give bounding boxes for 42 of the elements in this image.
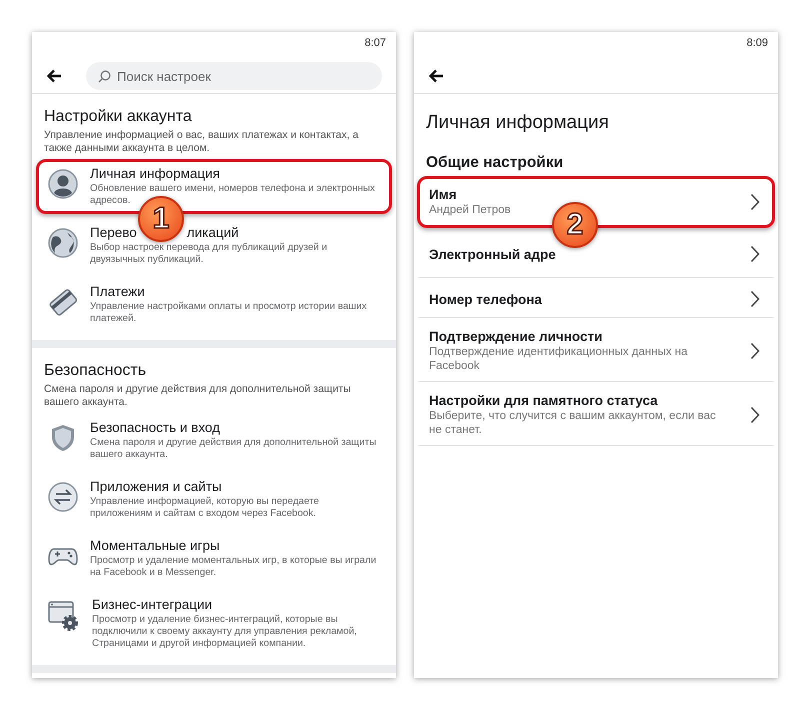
item-title: Платежи bbox=[90, 284, 146, 299]
step-badge: 1 bbox=[138, 196, 184, 242]
item-title: Моментальные игры bbox=[90, 538, 221, 553]
section-title: Общие настройки bbox=[426, 154, 564, 172]
row-title: Номер телефона bbox=[429, 292, 542, 306]
settings-row[interactable]: Настройки для памятного статуса Выберите, что случится с вашим аккаунтом, если вас не станет. bbox=[417, 382, 775, 446]
settings-item[interactable]: Приложения и сайты Управление информацией, которую вы передаете приложениям и сайтам с входом через Facebook. bbox=[36, 472, 392, 527]
settings-item[interactable]: Безопасность и вход Смена пароля и другие действия для дополнительной защиты вашего аккаунта. bbox=[36, 413, 392, 468]
item-title: ликаций bbox=[186, 225, 239, 240]
status-time: 8:07 bbox=[364, 37, 386, 51]
step-badge: 2 bbox=[552, 202, 598, 248]
item-description: Управление настройками оплаты и просмотр истории ваших платежей. bbox=[90, 301, 368, 325]
settings-item[interactable]: Платежи Управление настройками оплаты и просмотр истории ваших платежей. bbox=[36, 277, 392, 332]
item-title: Перево bbox=[90, 225, 137, 240]
row-value: Андрей Петров bbox=[429, 203, 511, 217]
section-description: Управление информацией о вас, ваших платежах и контактах, а также данными аккаунта в целом. bbox=[44, 129, 360, 155]
row-value: Выберите, что случится с вашим аккаунтом, если вас не станет. bbox=[429, 409, 717, 437]
row-title: Настройки для памятного статуса bbox=[429, 393, 659, 408]
section-description: Смена пароля и другие действия для дополнительной защиты вашего аккаунта. bbox=[44, 383, 352, 409]
status-time: 8:09 bbox=[746, 37, 768, 51]
section-title: Безопасность bbox=[44, 362, 148, 380]
settings-row[interactable]: Подтверждение личности Подтверждение идентификационных данных на Facebook bbox=[417, 318, 775, 382]
item-title: Бизнес-интеграции bbox=[92, 597, 214, 612]
item-description: Управление информацией, которую вы передаете приложениям и сайтам с входом через Facebook. bbox=[90, 496, 320, 520]
item-description: Смена пароля и другие действия для дополнительной защиты вашего аккаунта. bbox=[90, 437, 378, 461]
search-field[interactable]: Поиск настроек bbox=[86, 62, 382, 90]
item-description: Выбор настроек перевода для публикаций друзей и двуязычных публикаций. bbox=[90, 242, 328, 266]
item-title: Личная информация bbox=[90, 166, 221, 181]
section-title: Настройки аккаунта bbox=[44, 108, 193, 126]
row-title: Подтверждение личности bbox=[429, 329, 604, 344]
search-placeholder: Поиск настроек bbox=[117, 68, 211, 84]
row-value: Подтверждение идентификационных данных на Facebook bbox=[429, 345, 689, 373]
item-title: Приложения и сайты bbox=[90, 479, 223, 494]
row-title: Электронный адре bbox=[429, 246, 556, 262]
settings-row[interactable]: Номер телефона bbox=[417, 278, 775, 318]
settings-item[interactable]: Моментальные игры Просмотр и удаление моментальных игр, в которые вы играли на Facebook и в Messenger. bbox=[36, 531, 392, 586]
settings-item[interactable]: Бизнес-интеграции Просмотр и удаление бизнес-интеграций, которые вы подключили к своему аккаунту для управления рекламой, Страницами и другой информацией компании. bbox=[36, 590, 392, 657]
item-description: Просмотр и удаление моментальных игр, в которые вы играли на Facebook и в Messenger. bbox=[90, 555, 378, 579]
item-title: Безопасность и вход bbox=[90, 420, 222, 435]
row-title: Имя bbox=[429, 187, 458, 202]
page-title: Личная информация bbox=[426, 112, 610, 134]
item-description: Просмотр и удаление бизнес-интеграций, которые вы подключили к своему аккаунту для управления рекламой, Страницами и другой информацией компании. bbox=[92, 614, 358, 650]
